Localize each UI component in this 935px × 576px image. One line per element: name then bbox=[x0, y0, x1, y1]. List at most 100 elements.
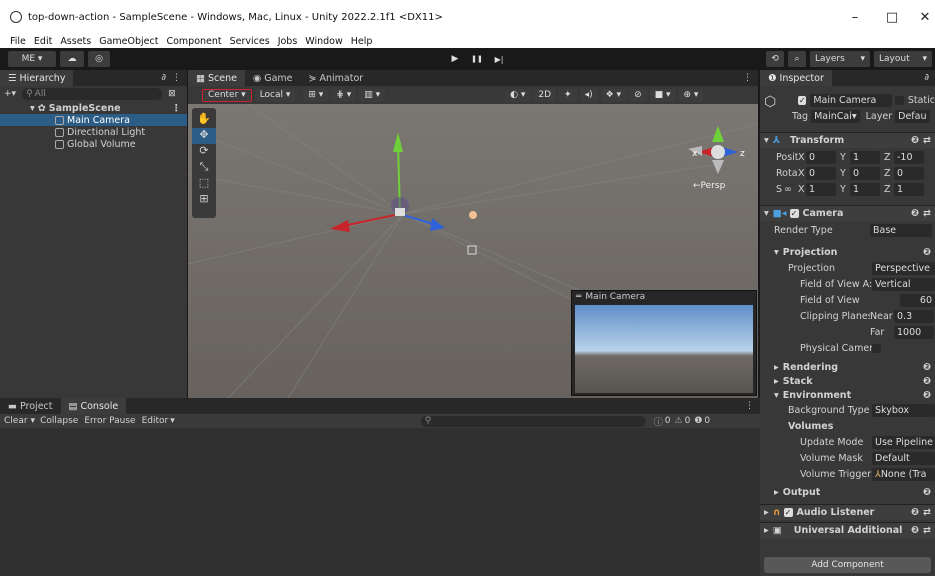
settings-icon[interactable]: ⇄ bbox=[923, 135, 931, 146]
projection-dropdown[interactable]: Perspective bbox=[872, 261, 935, 275]
help-icon[interactable]: ❷ bbox=[923, 247, 931, 258]
space-dropdown[interactable]: Local ▾ bbox=[254, 88, 296, 102]
tab-console[interactable]: ▤ Console bbox=[60, 398, 127, 414]
menu-file[interactable]: File bbox=[10, 36, 26, 47]
camera-enabled-checkbox[interactable]: ✓ bbox=[789, 209, 799, 218]
scale-tool-icon[interactable]: ⤡ bbox=[192, 160, 216, 176]
tab-game[interactable]: ◉ Game bbox=[245, 70, 301, 86]
grid-visibility-icon[interactable]: ▥ ▾ bbox=[359, 88, 386, 102]
scene-root[interactable]: ▾ ✿ SampleScene ⋮ bbox=[0, 102, 187, 114]
menu-assets[interactable]: Assets bbox=[60, 36, 91, 47]
help-icon[interactable]: ❷ bbox=[923, 390, 931, 401]
clear-dropdown-icon[interactable]: ▾ bbox=[31, 416, 36, 426]
rendering-header[interactable]: ▸ Rendering ❷ bbox=[760, 360, 935, 374]
console-search-input[interactable]: ⚲ bbox=[420, 415, 646, 427]
error-count[interactable]: 0 bbox=[704, 416, 710, 426]
position-z-field[interactable]: -10 bbox=[894, 150, 924, 164]
render-type-dropdown[interactable]: Base bbox=[870, 223, 932, 237]
background-type-dropdown[interactable]: Skybox bbox=[872, 403, 935, 417]
menu-jobs[interactable]: Jobs bbox=[278, 36, 298, 47]
help-icon[interactable]: ❷ bbox=[911, 525, 919, 536]
expand-arrow-icon[interactable]: ▾ bbox=[774, 247, 779, 258]
universal-additional-header[interactable]: ▸ ▣ Universal Additional ❷ ⇄ bbox=[760, 522, 935, 538]
step-button[interactable]: ▶| bbox=[488, 51, 510, 67]
log-count[interactable]: 0 bbox=[665, 416, 671, 426]
hierarchy-item-directional-light[interactable]: Directional Light bbox=[0, 126, 187, 138]
audio-listener-header[interactable]: ▸ ∩ ✓ Audio Listener ❷ ⇄ bbox=[760, 504, 935, 520]
fov-axis-dropdown[interactable]: Vertical bbox=[872, 277, 935, 291]
expand-arrow-icon[interactable]: ▾ bbox=[764, 208, 769, 219]
position-x-field[interactable]: 0 bbox=[806, 150, 836, 164]
help-icon[interactable]: ❷ bbox=[923, 376, 931, 387]
rotation-z-field[interactable]: 0 bbox=[894, 166, 924, 180]
hierarchy-search-input[interactable]: ⚲ All bbox=[22, 88, 163, 100]
static-checkbox[interactable] bbox=[895, 95, 904, 105]
expand-arrow-icon[interactable]: ▾ bbox=[30, 103, 35, 114]
help-icon[interactable]: ❷ bbox=[923, 362, 931, 373]
clear-button[interactable]: Clear bbox=[4, 416, 28, 426]
help-icon[interactable]: ❷ bbox=[923, 487, 931, 498]
chevron-down-icon[interactable]: ▾ bbox=[170, 416, 175, 426]
rect-tool-icon[interactable]: ⬚ bbox=[192, 176, 216, 192]
history-icon[interactable]: ⟲ bbox=[766, 51, 784, 67]
settings-icon[interactable]: ⇄ bbox=[923, 507, 931, 518]
collapse-arrow-icon[interactable]: ▸ bbox=[774, 362, 779, 373]
position-y-field[interactable]: 1 bbox=[850, 150, 880, 164]
scene-menu-icon[interactable]: ⋮ bbox=[172, 103, 182, 114]
hand-tool-icon[interactable]: ✋ bbox=[192, 112, 216, 128]
volume-trigger-field[interactable]: ⅄None (Tra bbox=[872, 467, 935, 481]
play-button[interactable]: ▶ bbox=[444, 51, 466, 67]
snap-increment-icon[interactable]: ⋕ ▾ bbox=[331, 88, 357, 102]
scale-y-field[interactable]: 1 bbox=[850, 182, 880, 196]
account-button[interactable]: ME ▾ bbox=[8, 51, 56, 67]
physical-camera-checkbox[interactable] bbox=[872, 343, 881, 353]
tab-inspector[interactable]: ❶ Inspector bbox=[760, 70, 832, 86]
menu-edit[interactable]: Edit bbox=[34, 36, 52, 47]
menu-services[interactable]: Services bbox=[230, 36, 270, 47]
output-header[interactable]: ▸ Output ❷ bbox=[760, 484, 935, 500]
tab-hierarchy[interactable]: ☰ Hierarchy bbox=[0, 70, 74, 86]
effects-icon[interactable]: ❖ ▾ bbox=[600, 88, 627, 102]
link-icon[interactable]: ∞ bbox=[784, 184, 798, 195]
more-icon[interactable]: ⋮ bbox=[745, 401, 754, 411]
lighting-icon[interactable]: ✦ bbox=[559, 88, 577, 102]
transform-tool-icon[interactable]: ⊞ bbox=[192, 192, 216, 208]
help-icon[interactable]: ❷ bbox=[911, 135, 919, 146]
expand-arrow-icon[interactable]: ▸ bbox=[764, 507, 769, 518]
scale-x-field[interactable]: 1 bbox=[806, 182, 836, 196]
error-count-icon[interactable]: ❶ bbox=[694, 416, 702, 426]
projection-header[interactable]: ▾ Projection ❷ bbox=[760, 244, 935, 260]
rotation-y-field[interactable]: 0 bbox=[850, 166, 880, 180]
audio-listener-checkbox[interactable]: ✓ bbox=[783, 508, 793, 517]
hidden-objects-icon[interactable]: ⊘ bbox=[629, 88, 647, 102]
more-icon[interactable]: ⋮ bbox=[172, 73, 181, 83]
warning-count[interactable]: 0 bbox=[685, 416, 691, 426]
settings-icon[interactable]: ⇄ bbox=[923, 208, 931, 219]
expand-arrow-icon[interactable]: ▸ bbox=[764, 525, 769, 536]
rotation-x-field[interactable]: 0 bbox=[806, 166, 836, 180]
object-name-field[interactable]: Main Camera bbox=[810, 93, 893, 107]
expand-arrow-icon[interactable]: ▾ bbox=[764, 135, 769, 146]
light-icon[interactable] bbox=[469, 211, 477, 219]
collapse-button[interactable]: Collapse bbox=[40, 416, 78, 426]
search-icon[interactable]: ⌕ bbox=[788, 51, 806, 67]
audio-icon[interactable]: ◂) bbox=[579, 88, 598, 102]
stack-header[interactable]: ▸ Stack ❷ bbox=[760, 374, 935, 388]
hierarchy-item-main-camera[interactable]: Main Camera bbox=[0, 114, 187, 126]
layout-dropdown[interactable]: Layout ▾ bbox=[874, 51, 932, 67]
menu-component[interactable]: Component bbox=[166, 36, 221, 47]
volume-mask-dropdown[interactable]: Default bbox=[872, 451, 935, 465]
camera-settings-icon[interactable]: ■ ▾ bbox=[649, 88, 676, 102]
shading-mode-icon[interactable]: ◐ ▾ bbox=[505, 88, 531, 102]
collapse-arrow-icon[interactable]: ▸ bbox=[774, 487, 779, 498]
grid-snap-icon[interactable]: ⊞ ▾ bbox=[303, 88, 329, 102]
scale-z-field[interactable]: 1 bbox=[894, 182, 924, 196]
tag-dropdown[interactable]: MainCai▾ bbox=[811, 109, 860, 123]
help-icon[interactable]: ❷ bbox=[911, 208, 919, 219]
collab-icon[interactable]: ◎ bbox=[88, 51, 110, 67]
scene-visibility-icon[interactable]: ⊠ bbox=[168, 89, 176, 99]
help-icon[interactable]: ❷ bbox=[911, 507, 919, 518]
lock-icon[interactable]: ∂ bbox=[924, 73, 929, 83]
hierarchy-item-global-volume[interactable]: Global Volume bbox=[0, 138, 187, 150]
menu-gameobject[interactable]: GameObject bbox=[99, 36, 158, 47]
